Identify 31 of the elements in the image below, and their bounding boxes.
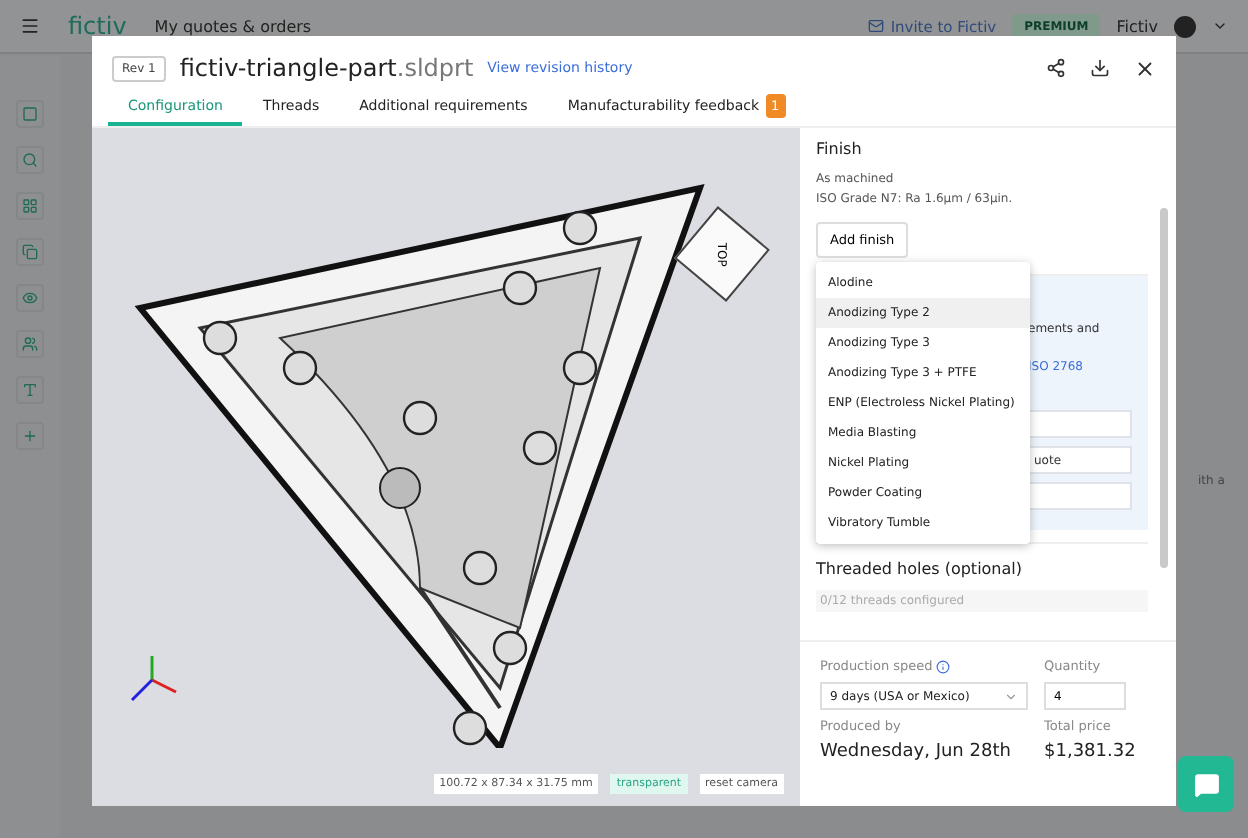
- close-icon[interactable]: [1134, 57, 1156, 79]
- axes-icon: [128, 652, 180, 704]
- text-icon[interactable]: [16, 376, 44, 404]
- info-icon[interactable]: [936, 659, 951, 673]
- menu-icon[interactable]: [20, 16, 40, 36]
- chat-icon: [1193, 771, 1219, 797]
- chevron-icon: [1004, 689, 1018, 703]
- plus-icon[interactable]: [16, 422, 44, 450]
- scrollbar[interactable]: [1160, 208, 1168, 568]
- people-icon[interactable]: [16, 330, 44, 358]
- section-heading: Finish: [816, 140, 864, 158]
- search-icon[interactable]: [16, 146, 44, 174]
- mail-icon: [868, 18, 885, 34]
- production-date: Wednesday, Jun 28th: [820, 742, 1013, 762]
- chevron-icon[interactable]: [1212, 18, 1228, 34]
- file-title: fictiv-triangle-part.sldprt: [179, 54, 474, 82]
- input-field[interactable]: [1028, 482, 1132, 510]
- square-icon: [22, 106, 38, 122]
- account-name[interactable]: Fictiv: [1116, 17, 1158, 35]
- eye-icon[interactable]: [16, 284, 44, 312]
- share-icon[interactable]: [1046, 58, 1066, 78]
- input-field[interactable]: [1028, 410, 1132, 438]
- page-title: My quotes & orders: [154, 17, 312, 35]
- total-price: $1,381.32: [1044, 742, 1138, 762]
- download-icon[interactable]: [1090, 58, 1110, 78]
- grid-icon[interactable]: [16, 192, 44, 220]
- sidebar-button[interactable]: [16, 100, 44, 128]
- avatar[interactable]: [1174, 15, 1196, 37]
- copy-icon[interactable]: [16, 238, 44, 266]
- section-heading: Threaded holes (optional): [816, 560, 1024, 578]
- chat-button[interactable]: [1178, 756, 1234, 812]
